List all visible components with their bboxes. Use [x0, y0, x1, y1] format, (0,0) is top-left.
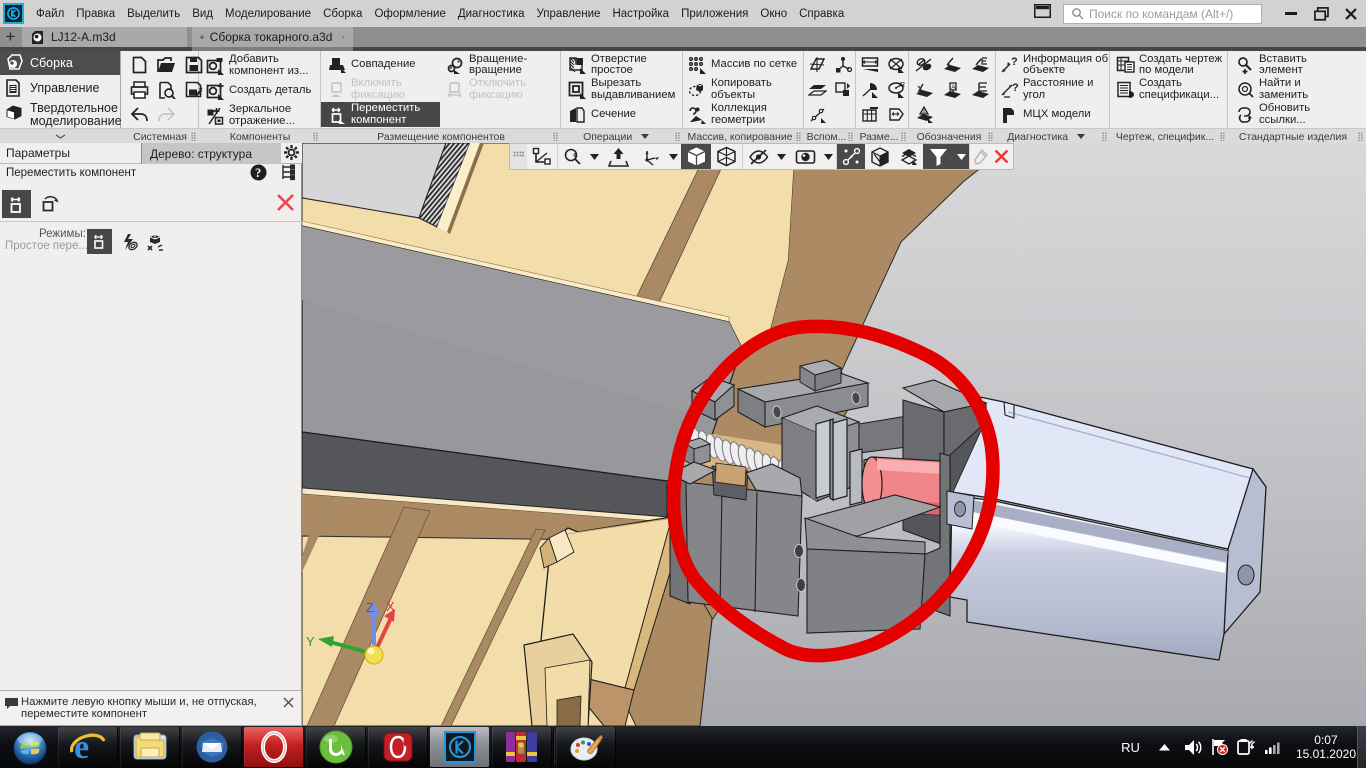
svg-text:X: X	[386, 599, 395, 614]
svg-text:Z: Z	[366, 600, 374, 615]
svg-text:Y: Y	[306, 634, 315, 649]
svg-text:A: A	[951, 84, 956, 91]
svg-text:?: ?	[255, 166, 261, 180]
svg-text:R: R	[900, 82, 905, 89]
svg-text:?: ?	[1011, 56, 1018, 68]
svg-text:?: ?	[1012, 82, 1019, 94]
